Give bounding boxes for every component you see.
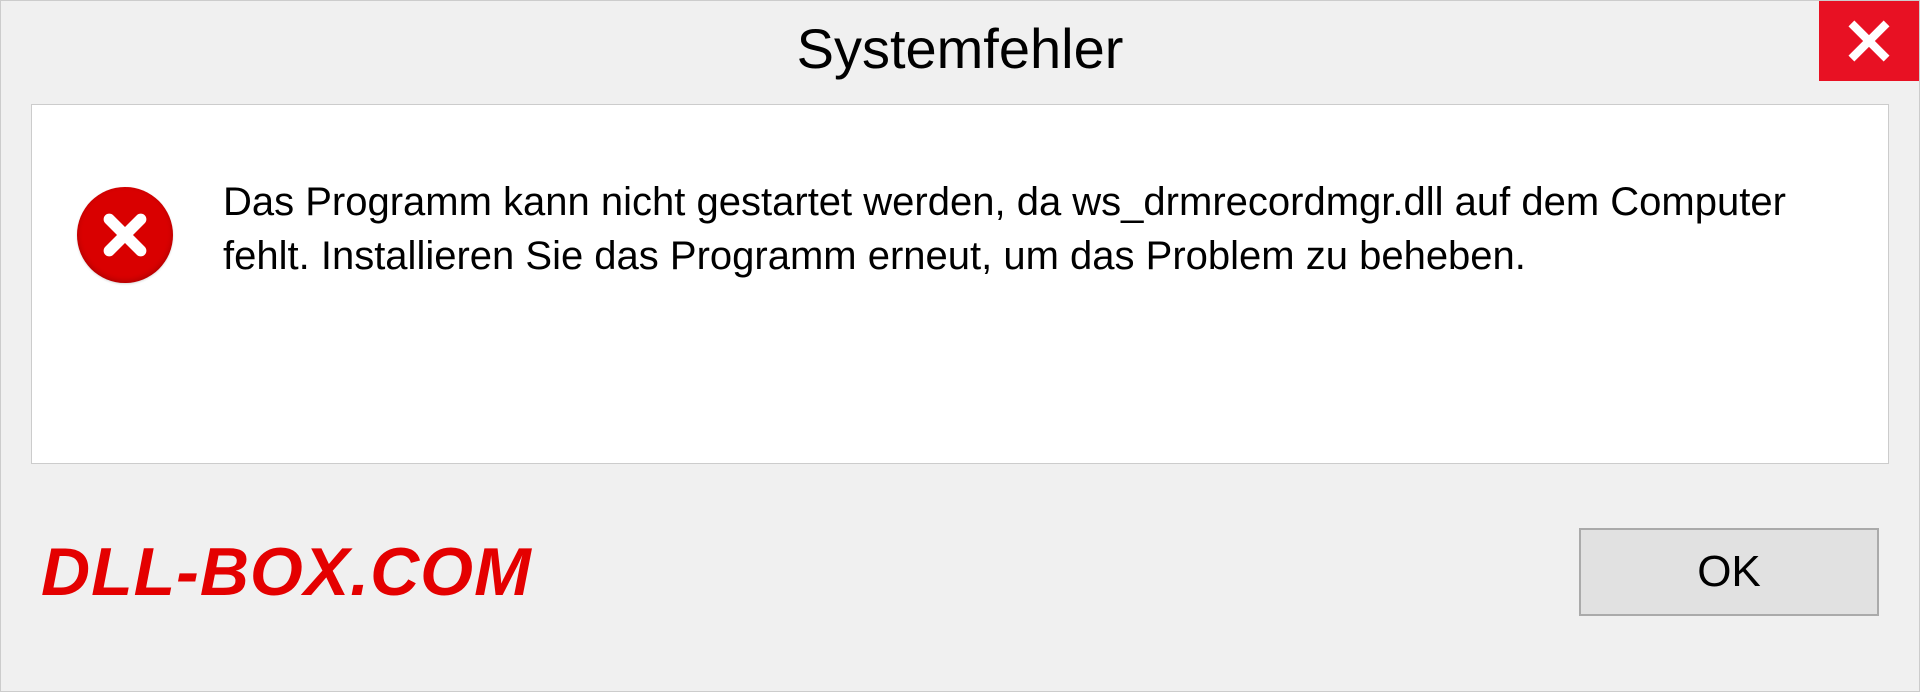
- close-icon: [1847, 19, 1891, 63]
- error-dialog: Systemfehler Das Programm kann nicht ges…: [0, 0, 1920, 692]
- content-panel: Das Programm kann nicht gestartet werden…: [31, 104, 1889, 464]
- close-button[interactable]: [1819, 1, 1919, 81]
- watermark-text: DLL-BOX.COM: [41, 533, 532, 611]
- titlebar: Systemfehler: [1, 1, 1919, 96]
- error-icon-wrap: [77, 175, 173, 283]
- ok-button[interactable]: OK: [1579, 528, 1879, 616]
- error-icon: [77, 187, 173, 283]
- dialog-title: Systemfehler: [797, 16, 1124, 81]
- error-message: Das Programm kann nicht gestartet werden…: [223, 175, 1833, 283]
- dialog-footer: DLL-BOX.COM OK: [1, 484, 1919, 659]
